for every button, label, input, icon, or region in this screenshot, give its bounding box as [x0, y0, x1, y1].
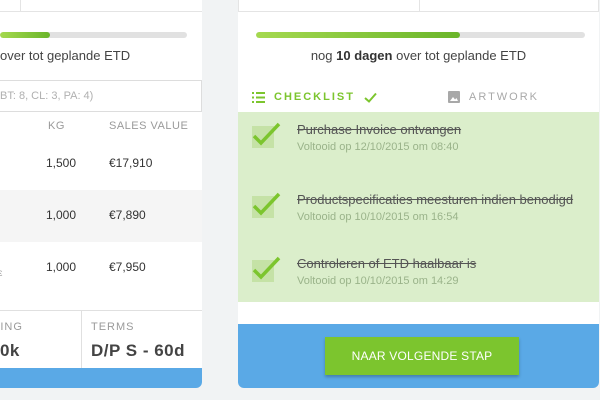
- checklist-item-title: Purchase Invoice ontvangen: [297, 122, 462, 137]
- cell-sales-value: €7,890: [109, 208, 146, 222]
- next-step-button[interactable]: NAAR VOLGENDE STAP: [325, 337, 519, 375]
- tab-divider: [20, 0, 21, 12]
- panel-tabs: CHECKLIST ARTWORK: [238, 84, 599, 110]
- checklist-item-completed: Voltooid op 10/10/2015 om 16:54: [297, 211, 459, 223]
- tab-divider: [419, 0, 420, 12]
- left-filter-input[interactable]: [0, 81, 190, 111]
- left-etd-progress-fill: [0, 32, 51, 38]
- list-icon: [252, 91, 265, 103]
- checklist-item-title: Productspecificaties meesturen indien be…: [297, 192, 574, 207]
- checklist-item[interactable]: Productspecificaties meesturen indien be…: [238, 192, 599, 242]
- checkbox-checked[interactable]: [252, 122, 281, 148]
- column-header-kg: KG: [48, 120, 65, 132]
- cell-sales-value: €7,950: [109, 260, 146, 274]
- left-filter-input-wrapper[interactable]: [0, 80, 202, 112]
- cell-kg: 1,500: [46, 156, 77, 170]
- tab-artwork-label: ARTWORK: [469, 91, 540, 103]
- checklist-item[interactable]: Purchase Invoice ontvangen Voltooid op 1…: [238, 122, 599, 172]
- etd-prefix: nog: [310, 48, 337, 63]
- checklist-item[interactable]: Controleren of ETD haalbaar is Voltooid …: [238, 256, 599, 306]
- tab-checklist-label: CHECKLIST: [274, 91, 355, 103]
- left-etd-progress-bar: [0, 32, 187, 38]
- etd-days: 10 dagen: [336, 48, 393, 63]
- right-panel: nog 10 dagen over tot geplande ETD CHECK…: [238, 0, 599, 388]
- check-icon: [364, 92, 377, 103]
- etd-progress-fill: [256, 32, 460, 38]
- table-row[interactable]: 1,000 €7,890: [0, 190, 202, 242]
- checkbox-checked[interactable]: [252, 256, 281, 282]
- checklist-item-title: Controleren of ETD haalbaar is: [297, 256, 477, 271]
- terms-label: TERMS: [91, 321, 135, 333]
- checklist-item-completed: Voltooid op 10/10/2015 om 14:29: [297, 275, 459, 287]
- summary-label-left: KING: [0, 321, 23, 333]
- checkbox-checked[interactable]: [252, 192, 281, 218]
- etd-progress-bar: [256, 32, 585, 38]
- cell-kg: 1,000: [46, 260, 77, 274]
- left-etd-text: over tot geplande ETD: [0, 48, 131, 63]
- summary-divider: [81, 311, 82, 369]
- cell-sales-value: €17,910: [109, 156, 153, 170]
- action-bar: NAAR VOLGENDE STAP: [238, 324, 599, 388]
- table-row[interactable]: 1,500 €17,910: [0, 138, 202, 190]
- row-fragment-glyph: ε: [0, 268, 3, 279]
- cell-kg: 1,000: [46, 208, 77, 222]
- summary-footer: KING 00k TERMS D/P S - 60d: [0, 310, 202, 369]
- tab-checklist[interactable]: CHECKLIST: [252, 88, 377, 106]
- image-icon: [448, 91, 460, 103]
- left-action-bar: [0, 368, 202, 388]
- tab-artwork[interactable]: ARTWORK: [448, 88, 539, 106]
- checklist: Purchase Invoice ontvangen Voltooid op 1…: [238, 112, 599, 302]
- left-top-tabs: [0, 0, 202, 12]
- column-header-sales-value: SALES VALUE: [109, 120, 189, 132]
- checklist-item-completed: Voltooid op 12/10/2015 om 08:40: [297, 141, 459, 153]
- left-panel: over tot geplande ETD KG SALES VALUE 1,5…: [0, 0, 202, 388]
- terms-value: D/P S - 60d: [91, 341, 185, 360]
- etd-countdown-text: nog 10 dagen over tot geplande ETD: [238, 48, 599, 63]
- table-row[interactable]: ε 1,000 €7,950: [0, 242, 202, 294]
- right-top-tabs: [238, 0, 599, 12]
- table-header: KG SALES VALUE: [0, 112, 202, 138]
- summary-value-left: 00k: [0, 341, 20, 360]
- etd-suffix: over tot geplande ETD: [392, 48, 527, 63]
